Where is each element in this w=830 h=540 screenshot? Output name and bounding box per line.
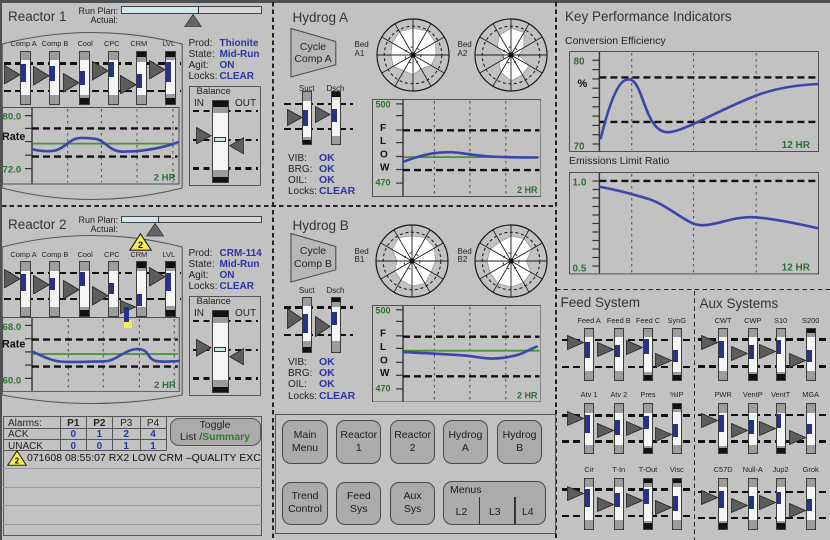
svg-text:O: O (380, 355, 388, 366)
svg-text:2 HR: 2 HR (154, 173, 176, 184)
svg-text:O: O (380, 150, 388, 161)
svg-text:500: 500 (375, 100, 390, 110)
svg-text:470: 470 (375, 178, 390, 188)
svg-text:12 HR: 12 HR (781, 263, 809, 274)
svg-text:500: 500 (375, 305, 390, 315)
svg-text:F: F (380, 328, 386, 339)
svg-text:Rate: Rate (2, 338, 25, 350)
svg-text:W: W (380, 163, 390, 174)
svg-text:Rate: Rate (2, 131, 25, 143)
svg-text:L: L (380, 342, 386, 353)
svg-text:1.0: 1.0 (572, 178, 586, 189)
svg-text:2 HR: 2 HR (517, 185, 538, 195)
svg-text:12 HR: 12 HR (781, 140, 810, 151)
svg-text:%: % (577, 78, 587, 90)
svg-text:2 HR: 2 HR (517, 390, 538, 400)
svg-text:2: 2 (14, 456, 19, 465)
svg-text:W: W (380, 368, 390, 379)
svg-text:0.5: 0.5 (572, 264, 586, 275)
svg-text:60.0: 60.0 (2, 375, 21, 386)
svg-text:80.0: 80.0 (3, 112, 22, 123)
svg-text:2 HR: 2 HR (154, 380, 176, 391)
svg-text:80: 80 (573, 57, 585, 68)
svg-text:72.0: 72.0 (3, 165, 22, 176)
svg-text:F: F (380, 123, 386, 134)
svg-text:2: 2 (138, 240, 143, 250)
svg-text:70: 70 (573, 142, 585, 152)
svg-text:68.0: 68.0 (2, 321, 21, 332)
svg-text:L: L (380, 137, 386, 148)
svg-text:470: 470 (375, 383, 390, 393)
